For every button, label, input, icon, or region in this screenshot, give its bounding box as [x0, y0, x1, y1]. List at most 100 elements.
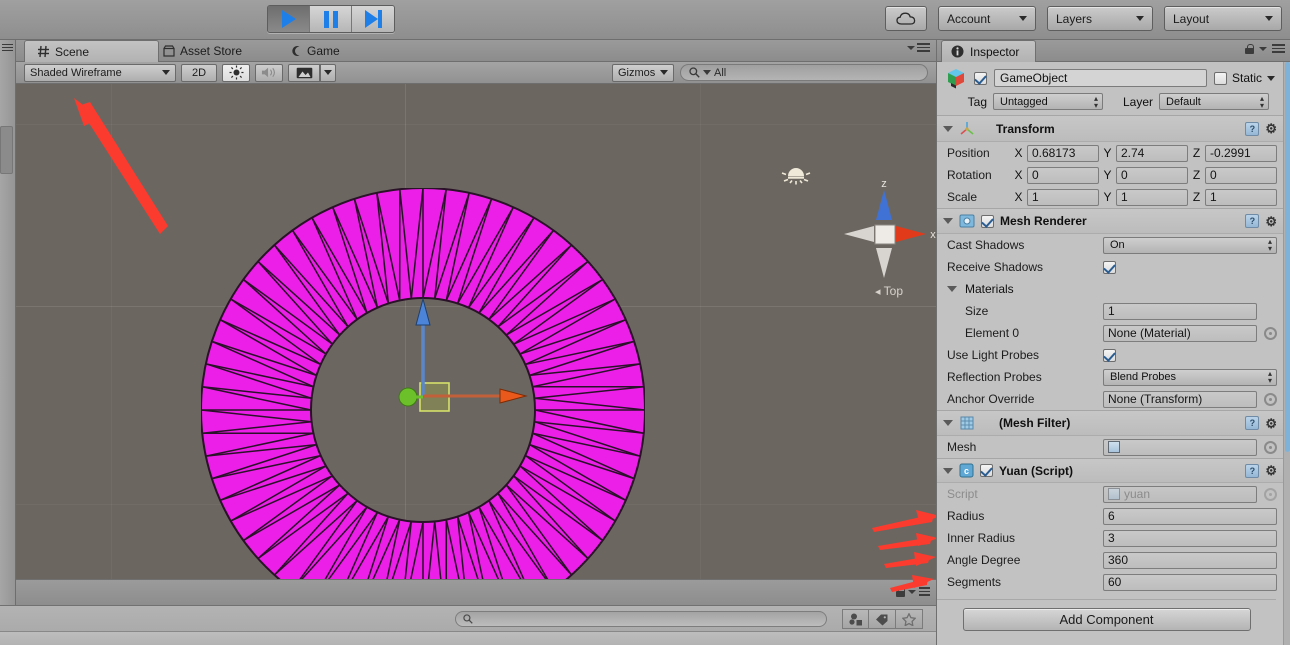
- scene-effects-toggle[interactable]: [288, 63, 320, 82]
- tab-asset-store[interactable]: Asset Store: [151, 40, 254, 62]
- position-y-field[interactable]: 2.74: [1116, 144, 1188, 162]
- help-icon[interactable]: ?: [1245, 416, 1260, 430]
- angle-degree-field[interactable]: 360: [1103, 551, 1277, 569]
- pause-button[interactable]: [310, 6, 352, 32]
- foldout-arrow-icon[interactable]: [947, 286, 957, 292]
- mesh-renderer-title: Mesh Renderer: [1000, 214, 1087, 228]
- play-button[interactable]: [268, 6, 310, 32]
- scene-effects-dropdown[interactable]: [320, 63, 336, 82]
- radius-field[interactable]: 6: [1103, 507, 1277, 525]
- object-name-field[interactable]: GameObject: [994, 69, 1207, 87]
- step-button[interactable]: [352, 6, 394, 32]
- object-picker-icon[interactable]: [1264, 440, 1277, 454]
- annulus-ring-mesh[interactable]: [199, 187, 647, 579]
- project-search-input[interactable]: [455, 611, 827, 627]
- gear-icon[interactable]: ⚙: [1265, 464, 1277, 477]
- inner-radius-field[interactable]: 3: [1103, 529, 1277, 547]
- gear-icon[interactable]: ⚙: [1265, 417, 1277, 430]
- scene-viewport[interactable]: z x ◂ Top: [16, 84, 936, 579]
- yuan-script-component-header[interactable]: c Yuan (Script) ? ⚙: [937, 458, 1283, 483]
- lock-icon[interactable]: [1245, 44, 1254, 55]
- layer-dropdown[interactable]: Default ▴ ▾: [1159, 93, 1269, 110]
- tag-dropdown[interactable]: Untagged ▴ ▾: [993, 93, 1103, 110]
- reflection-probes-dropdown[interactable]: Blend Probes ▴ ▾: [1103, 368, 1277, 386]
- tab-game[interactable]: Game: [278, 40, 352, 62]
- tab-scene[interactable]: Scene: [24, 40, 159, 62]
- inspector-scrollbar[interactable]: [1283, 62, 1290, 645]
- draw-mode-dropdown[interactable]: Shaded Wireframe: [24, 63, 176, 82]
- tab-inspector[interactable]: Inspector: [941, 40, 1037, 62]
- mesh-field[interactable]: [1103, 438, 1257, 456]
- receive-shadows-checkbox[interactable]: [1103, 260, 1116, 274]
- scene-effects-control[interactable]: [288, 63, 336, 82]
- foldout-arrow-icon[interactable]: [943, 125, 953, 132]
- layout-button[interactable]: Layout: [1164, 6, 1282, 31]
- foldout-arrow-icon[interactable]: [943, 218, 953, 224]
- panel-scrollbar-thumb[interactable]: [0, 126, 13, 174]
- account-button[interactable]: Account: [938, 6, 1036, 31]
- gizmos-dropdown[interactable]: Gizmos: [612, 63, 674, 82]
- mesh-renderer-enabled-checkbox[interactable]: [981, 214, 994, 228]
- label-filter-button[interactable]: [869, 609, 896, 629]
- static-checkbox[interactable]: [1213, 71, 1227, 85]
- scale-x-field[interactable]: 1: [1027, 188, 1099, 206]
- axis-z-label: Z: [1192, 146, 1201, 160]
- gear-icon[interactable]: ⚙: [1265, 215, 1277, 228]
- cast-shadows-dropdown[interactable]: On ▴ ▾: [1103, 236, 1277, 254]
- mesh-renderer-component-header[interactable]: Mesh Renderer ? ⚙: [937, 208, 1283, 234]
- gear-icon[interactable]: ⚙: [1265, 122, 1277, 135]
- help-icon[interactable]: ?: [1245, 121, 1260, 136]
- materials-size-field[interactable]: 1: [1103, 302, 1257, 320]
- mesh-filter-component-header[interactable]: (Mesh Filter) ? ⚙: [937, 410, 1283, 436]
- help-icon[interactable]: ?: [1245, 214, 1260, 228]
- scene-search-input[interactable]: All: [680, 64, 928, 81]
- segments-field[interactable]: 60: [1103, 573, 1277, 591]
- collapsed-hierarchy-panel[interactable]: [0, 40, 16, 605]
- chevron-down-icon[interactable]: [1259, 47, 1267, 52]
- anchor-override-field[interactable]: None (Transform): [1103, 390, 1257, 408]
- light-gizmo-icon[interactable]: [780, 162, 812, 192]
- object-picker-icon[interactable]: [1264, 392, 1277, 406]
- menu-icon[interactable]: [919, 587, 930, 598]
- object-picker-icon[interactable]: [1264, 326, 1277, 340]
- cloud-button[interactable]: [885, 6, 927, 31]
- object-active-checkbox[interactable]: [974, 71, 987, 85]
- scale-y-field[interactable]: 1: [1116, 188, 1188, 206]
- scene-view-gizmo[interactable]: z x: [834, 176, 936, 296]
- layers-button[interactable]: Layers: [1047, 6, 1153, 31]
- menu-icon[interactable]: [1272, 44, 1285, 55]
- chevron-down-icon: [1019, 16, 1027, 21]
- layers-label: Layers: [1056, 11, 1093, 26]
- scene-audio-toggle[interactable]: [255, 63, 283, 82]
- script-field: yuan: [1103, 485, 1257, 503]
- position-z-field[interactable]: -0.2991: [1205, 144, 1277, 162]
- help-icon[interactable]: ?: [1245, 463, 1260, 478]
- rotation-x-field[interactable]: 0: [1027, 166, 1099, 184]
- chevron-down-icon[interactable]: [908, 590, 916, 595]
- rotation-y-field[interactable]: 0: [1116, 166, 1188, 184]
- chevron-down-icon[interactable]: [1267, 75, 1275, 81]
- tab-scene-label: Scene: [55, 44, 90, 59]
- toggle-2d-button[interactable]: 2D: [181, 63, 217, 82]
- inspector-scrollbar-thumb[interactable]: [1285, 62, 1290, 452]
- panel-menu-icon[interactable]: [2, 44, 13, 53]
- materials-element0-field[interactable]: None (Material): [1103, 324, 1257, 342]
- use-light-probes-checkbox[interactable]: [1103, 348, 1116, 362]
- scale-y-value: 1: [1121, 190, 1128, 204]
- foldout-arrow-icon[interactable]: [943, 467, 953, 474]
- asset-filter-button[interactable]: [842, 609, 869, 629]
- foldout-arrow-icon[interactable]: [943, 420, 953, 426]
- static-toggle-group[interactable]: Static: [1213, 71, 1275, 85]
- add-component-button[interactable]: Add Component: [962, 608, 1251, 631]
- materials-foldout-row[interactable]: Materials: [937, 278, 1283, 300]
- rotation-z-field[interactable]: 0: [1205, 166, 1277, 184]
- yuan-script-enabled-checkbox[interactable]: [980, 464, 993, 477]
- lock-icon[interactable]: [896, 587, 905, 598]
- scene-lighting-toggle[interactable]: [222, 63, 250, 82]
- favorite-filter-button[interactable]: [896, 609, 923, 629]
- scale-z-field[interactable]: 1: [1205, 188, 1277, 206]
- position-x-field[interactable]: 0.68173: [1027, 144, 1099, 162]
- transform-component-header[interactable]: Transform ? ⚙: [937, 115, 1283, 142]
- scene-panel-menu[interactable]: [907, 43, 930, 54]
- scene-view-label[interactable]: ◂ Top: [844, 284, 934, 298]
